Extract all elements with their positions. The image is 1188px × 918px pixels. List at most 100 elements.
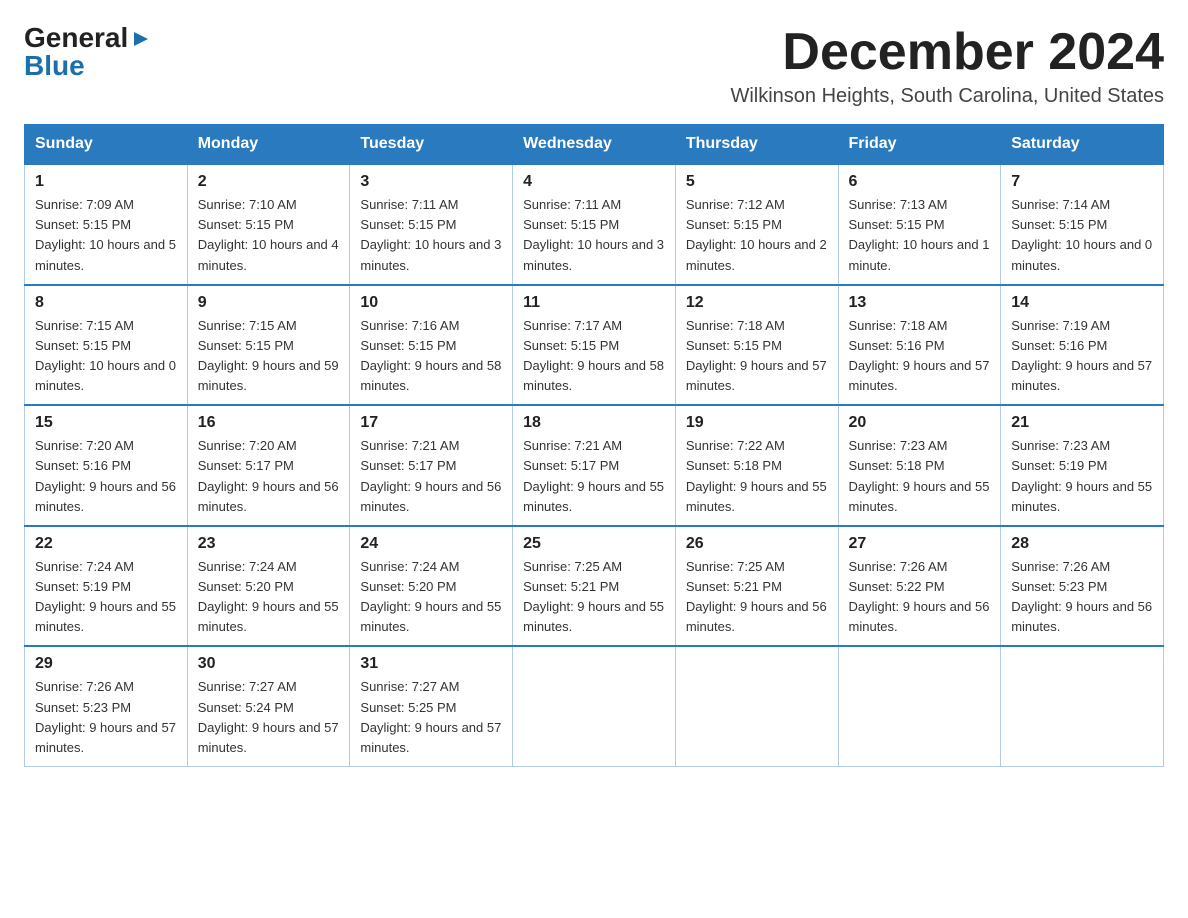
day-info: Sunrise: 7:22 AMSunset: 5:18 PMDaylight:… [686, 436, 828, 517]
day-number: 29 [35, 655, 177, 673]
day-info: Sunrise: 7:24 AMSunset: 5:19 PMDaylight:… [35, 557, 177, 638]
day-info: Sunrise: 7:15 AMSunset: 5:15 PMDaylight:… [35, 316, 177, 397]
calendar-header-row: SundayMondayTuesdayWednesdayThursdayFrid… [25, 125, 1164, 165]
day-info: Sunrise: 7:15 AMSunset: 5:15 PMDaylight:… [198, 316, 340, 397]
day-number: 30 [198, 655, 340, 673]
day-number: 21 [1011, 414, 1153, 432]
calendar-cell: 29 Sunrise: 7:26 AMSunset: 5:23 PMDayligh… [25, 646, 188, 766]
day-number: 17 [360, 414, 502, 432]
day-number: 26 [686, 535, 828, 553]
calendar-weekday-tuesday: Tuesday [350, 125, 513, 165]
calendar-week-row: 1 Sunrise: 7:09 AMSunset: 5:15 PMDaylight… [25, 164, 1164, 285]
calendar-cell: 22 Sunrise: 7:24 AMSunset: 5:19 PMDayligh… [25, 526, 188, 647]
day-info: Sunrise: 7:09 AMSunset: 5:15 PMDaylight:… [35, 195, 177, 276]
day-info: Sunrise: 7:25 AMSunset: 5:21 PMDaylight:… [523, 557, 665, 638]
calendar-cell: 26 Sunrise: 7:25 AMSunset: 5:21 PMDayligh… [675, 526, 838, 647]
calendar-cell: 16 Sunrise: 7:20 AMSunset: 5:17 PMDayligh… [187, 405, 350, 526]
day-number: 8 [35, 294, 177, 312]
calendar-cell: 20 Sunrise: 7:23 AMSunset: 5:18 PMDayligh… [838, 405, 1001, 526]
day-info: Sunrise: 7:10 AMSunset: 5:15 PMDaylight:… [198, 195, 340, 276]
calendar-cell: 1 Sunrise: 7:09 AMSunset: 5:15 PMDaylight… [25, 164, 188, 285]
title-block: December 2024 Wilkinson Heights, South C… [730, 24, 1164, 108]
day-info: Sunrise: 7:20 AMSunset: 5:17 PMDaylight:… [198, 436, 340, 517]
calendar-cell: 5Sunrise: 7:12 AMSunset: 5:15 PMDaylight… [675, 164, 838, 285]
calendar-cell: 2 Sunrise: 7:10 AMSunset: 5:15 PMDaylight… [187, 164, 350, 285]
day-info: Sunrise: 7:16 AMSunset: 5:15 PMDaylight:… [360, 316, 502, 397]
calendar-week-row: 29 Sunrise: 7:26 AMSunset: 5:23 PMDayligh… [25, 646, 1164, 766]
calendar-weekday-monday: Monday [187, 125, 350, 165]
calendar-cell: 18Sunrise: 7:21 AMSunset: 5:17 PMDayligh… [513, 405, 676, 526]
day-number: 2 [198, 173, 340, 191]
calendar-week-row: 8 Sunrise: 7:15 AMSunset: 5:15 PMDaylight… [25, 285, 1164, 406]
logo-blue: Blue [24, 52, 85, 80]
day-number: 15 [35, 414, 177, 432]
day-number: 11 [523, 294, 665, 312]
calendar-cell [675, 646, 838, 766]
day-info: Sunrise: 7:21 AMSunset: 5:17 PMDaylight:… [360, 436, 502, 517]
day-number: 24 [360, 535, 502, 553]
calendar-table: SundayMondayTuesdayWednesdayThursdayFrid… [24, 124, 1164, 767]
day-number: 1 [35, 173, 177, 191]
day-info: Sunrise: 7:27 AMSunset: 5:24 PMDaylight:… [198, 677, 340, 758]
day-number: 9 [198, 294, 340, 312]
day-number: 19 [686, 414, 828, 432]
calendar-cell: 19 Sunrise: 7:22 AMSunset: 5:18 PMDayligh… [675, 405, 838, 526]
calendar-cell: 15 Sunrise: 7:20 AMSunset: 5:16 PMDayligh… [25, 405, 188, 526]
logo-arrow-icon [130, 28, 152, 50]
calendar-cell: 17 Sunrise: 7:21 AMSunset: 5:17 PMDayligh… [350, 405, 513, 526]
calendar-cell: 12Sunrise: 7:18 AMSunset: 5:15 PMDayligh… [675, 285, 838, 406]
day-number: 4 [523, 173, 665, 191]
day-number: 14 [1011, 294, 1153, 312]
calendar-cell [513, 646, 676, 766]
calendar-cell: 9 Sunrise: 7:15 AMSunset: 5:15 PMDaylight… [187, 285, 350, 406]
calendar-cell: 6 Sunrise: 7:13 AMSunset: 5:15 PMDaylight… [838, 164, 1001, 285]
calendar-weekday-saturday: Saturday [1001, 125, 1164, 165]
calendar-weekday-thursday: Thursday [675, 125, 838, 165]
calendar-cell: 8 Sunrise: 7:15 AMSunset: 5:15 PMDaylight… [25, 285, 188, 406]
day-number: 20 [849, 414, 991, 432]
calendar-cell: 30 Sunrise: 7:27 AMSunset: 5:24 PMDayligh… [187, 646, 350, 766]
day-number: 16 [198, 414, 340, 432]
day-info: Sunrise: 7:25 AMSunset: 5:21 PMDaylight:… [686, 557, 828, 638]
day-info: Sunrise: 7:11 AMSunset: 5:15 PMDaylight:… [360, 195, 502, 276]
day-info: Sunrise: 7:19 AMSunset: 5:16 PMDaylight:… [1011, 316, 1153, 397]
calendar-week-row: 22 Sunrise: 7:24 AMSunset: 5:19 PMDayligh… [25, 526, 1164, 647]
day-number: 13 [849, 294, 991, 312]
day-number: 22 [35, 535, 177, 553]
page-header: General Blue December 2024 Wilkinson Hei… [24, 24, 1164, 108]
day-info: Sunrise: 7:26 AMSunset: 5:22 PMDaylight:… [849, 557, 991, 638]
month-title: December 2024 [730, 24, 1164, 81]
calendar-cell: 24 Sunrise: 7:24 AMSunset: 5:20 PMDayligh… [350, 526, 513, 647]
calendar-week-row: 15 Sunrise: 7:20 AMSunset: 5:16 PMDayligh… [25, 405, 1164, 526]
day-number: 25 [523, 535, 665, 553]
day-number: 18 [523, 414, 665, 432]
calendar-cell: 25 Sunrise: 7:25 AMSunset: 5:21 PMDayligh… [513, 526, 676, 647]
day-info: Sunrise: 7:17 AMSunset: 5:15 PMDaylight:… [523, 316, 665, 397]
calendar-cell: 4Sunrise: 7:11 AMSunset: 5:15 PMDaylight… [513, 164, 676, 285]
day-info: Sunrise: 7:23 AMSunset: 5:19 PMDaylight:… [1011, 436, 1153, 517]
calendar-cell [1001, 646, 1164, 766]
day-info: Sunrise: 7:24 AMSunset: 5:20 PMDaylight:… [360, 557, 502, 638]
calendar-cell: 14 Sunrise: 7:19 AMSunset: 5:16 PMDayligh… [1001, 285, 1164, 406]
calendar-cell: 10 Sunrise: 7:16 AMSunset: 5:15 PMDayligh… [350, 285, 513, 406]
day-number: 27 [849, 535, 991, 553]
calendar-cell [838, 646, 1001, 766]
calendar-cell: 3Sunrise: 7:11 AMSunset: 5:15 PMDaylight… [350, 164, 513, 285]
day-number: 23 [198, 535, 340, 553]
day-info: Sunrise: 7:18 AMSunset: 5:16 PMDaylight:… [849, 316, 991, 397]
day-number: 10 [360, 294, 502, 312]
day-info: Sunrise: 7:24 AMSunset: 5:20 PMDaylight:… [198, 557, 340, 638]
calendar-weekday-friday: Friday [838, 125, 1001, 165]
logo: General Blue [24, 24, 152, 80]
day-info: Sunrise: 7:13 AMSunset: 5:15 PMDaylight:… [849, 195, 991, 276]
logo-general: General [24, 24, 128, 52]
day-info: Sunrise: 7:23 AMSunset: 5:18 PMDaylight:… [849, 436, 991, 517]
calendar-cell: 23 Sunrise: 7:24 AMSunset: 5:20 PMDayligh… [187, 526, 350, 647]
day-number: 6 [849, 173, 991, 191]
calendar-cell: 7Sunrise: 7:14 AMSunset: 5:15 PMDaylight… [1001, 164, 1164, 285]
calendar-cell: 11 Sunrise: 7:17 AMSunset: 5:15 PMDayligh… [513, 285, 676, 406]
day-info: Sunrise: 7:14 AMSunset: 5:15 PMDaylight:… [1011, 195, 1153, 276]
day-info: Sunrise: 7:20 AMSunset: 5:16 PMDaylight:… [35, 436, 177, 517]
day-number: 5 [686, 173, 828, 191]
day-info: Sunrise: 7:26 AMSunset: 5:23 PMDaylight:… [35, 677, 177, 758]
